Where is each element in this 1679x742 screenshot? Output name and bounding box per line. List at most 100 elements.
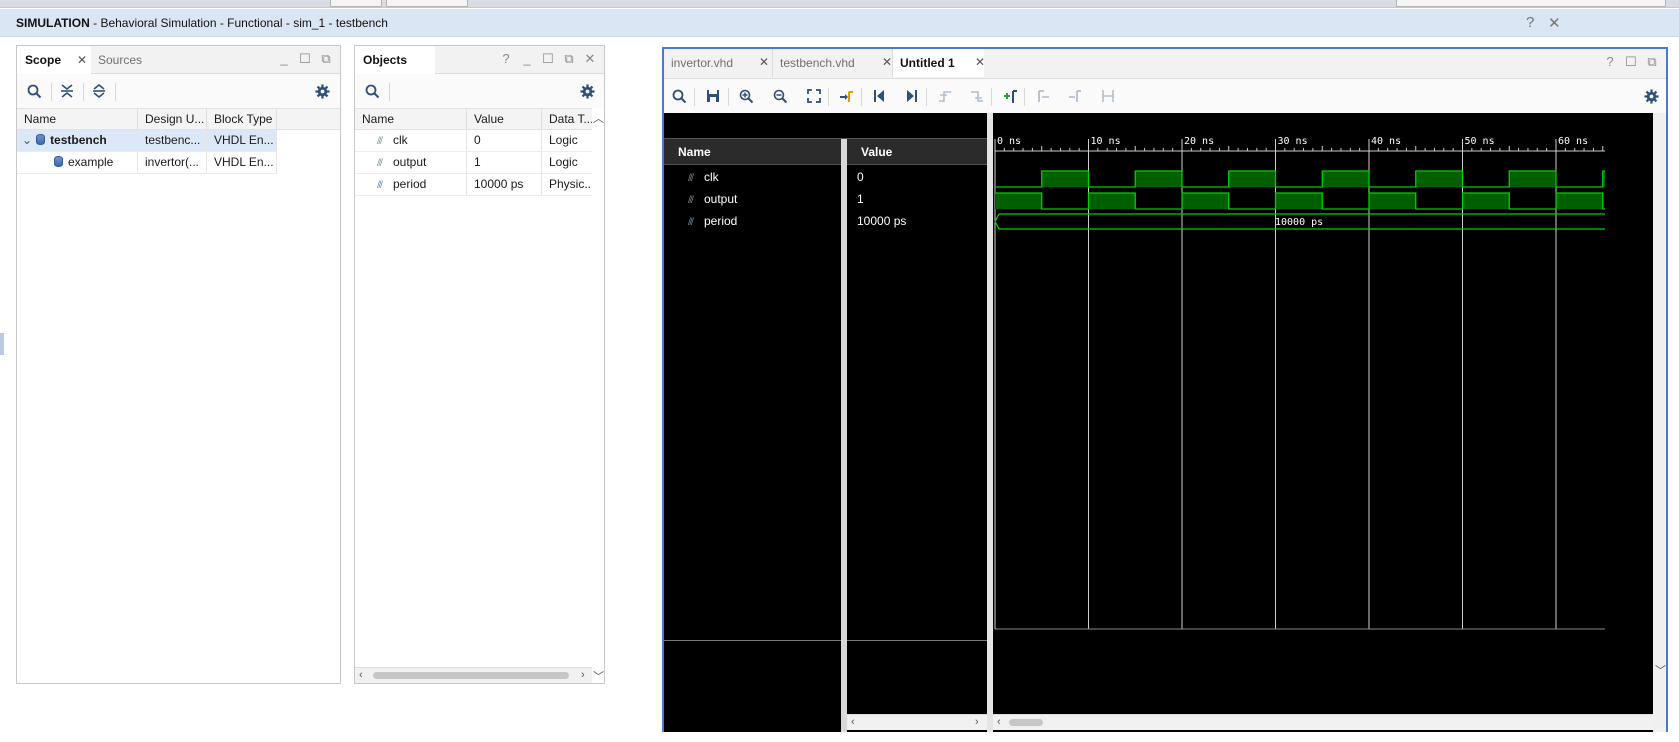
- wave-signal-clk[interactable]: ⫻ clk: [664, 166, 841, 188]
- column-block-type[interactable]: Block Type: [207, 109, 277, 130]
- object-row-output[interactable]: ⫻ output 1 Logic: [355, 152, 592, 174]
- gear-icon[interactable]: [578, 82, 596, 100]
- save-icon[interactable]: [704, 87, 722, 105]
- column-name[interactable]: Name: [17, 109, 138, 130]
- wave-search-bar[interactable]: [664, 113, 987, 139]
- search-icon[interactable]: [670, 87, 688, 105]
- wave-signal-period[interactable]: ⫻ period: [664, 210, 841, 232]
- minimize-icon[interactable]: _: [521, 51, 533, 67]
- go-to-start-icon[interactable]: [870, 87, 888, 105]
- help-icon[interactable]: ?: [1604, 54, 1616, 70]
- maximize-icon[interactable]: ☐: [542, 51, 554, 67]
- close-icon[interactable]: ✕: [882, 55, 892, 69]
- next-marker-icon[interactable]: [1066, 87, 1084, 105]
- waveform-view[interactable]: Name Value ⫻ clk 0 ⫻ output 1 ⫻ period 1000…: [664, 113, 1666, 732]
- clk-waveform-high-fill: [1041, 171, 1089, 187]
- column-design-unit[interactable]: Design U...: [138, 109, 207, 130]
- gear-icon[interactable]: [1642, 87, 1660, 105]
- maximize-icon[interactable]: ☐: [299, 51, 311, 67]
- wave-vertical-scrollbar[interactable]: ﹀: [1653, 113, 1666, 732]
- close-icon[interactable]: ✕: [975, 55, 985, 69]
- scroll-down-icon[interactable]: ﹀: [593, 668, 604, 684]
- wave-value-header[interactable]: Value: [847, 139, 987, 165]
- close-icon[interactable]: ✕: [584, 51, 596, 67]
- scope-panel-header: Scope ✕ Sources _ ☐ ⧉: [17, 46, 340, 74]
- output-waveform-high-fill: [1182, 193, 1229, 209]
- scroll-left-icon[interactable]: ‹: [851, 716, 855, 728]
- objects-table-header: Name Value Data T...: [355, 108, 592, 130]
- scroll-left-icon[interactable]: ‹: [997, 716, 1001, 728]
- scroll-right-icon[interactable]: ›: [975, 716, 979, 728]
- swap-cursors-icon[interactable]: [1099, 87, 1117, 105]
- simulation-title-bar: SIMULATION - Behavioral Simulation - Fun…: [0, 9, 1679, 37]
- tab-sources[interactable]: Sources: [91, 46, 173, 74]
- output-waveform-high-fill: [1556, 193, 1603, 209]
- wave-value-clk: 0: [857, 170, 864, 184]
- previous-marker-icon[interactable]: [1034, 87, 1052, 105]
- column-data-type[interactable]: Data T...: [542, 109, 592, 130]
- float-icon[interactable]: ⧉: [563, 51, 575, 67]
- zoom-in-icon[interactable]: [737, 87, 755, 105]
- objects-panel-header: Objects ? _ ☐ ⧉ ✕: [355, 46, 604, 74]
- help-icon[interactable]: ?: [1526, 14, 1534, 31]
- design-unit-icon: [54, 156, 63, 167]
- scope-row-testbench[interactable]: ⌄ testbench testbenc... VHDL En...: [17, 130, 277, 152]
- gear-icon[interactable]: [313, 82, 331, 100]
- top-strip-button[interactable]: [386, 0, 468, 7]
- add-marker-icon[interactable]: [1001, 87, 1019, 105]
- scroll-right-icon[interactable]: ›: [581, 669, 585, 681]
- value-horizontal-scrollbar[interactable]: ‹ ›: [847, 714, 987, 730]
- column-value[interactable]: Value: [467, 109, 542, 130]
- tab-testbench-vhd[interactable]: testbench.vhd: [772, 49, 892, 77]
- next-transition-icon[interactable]: [968, 87, 986, 105]
- scope-toolbar: [17, 74, 340, 108]
- top-strip-search[interactable]: [1396, 0, 1666, 7]
- scrollbar-thumb[interactable]: [373, 672, 569, 679]
- top-strip: [0, 0, 1679, 8]
- zoom-fit-icon[interactable]: [805, 87, 823, 105]
- close-icon[interactable]: ✕: [1548, 14, 1561, 32]
- waveform-tabs-header: invertor.vhd ✕ testbench.vhd ✕ Untitled …: [664, 49, 1666, 79]
- wave-signal-output[interactable]: ⫻ output: [664, 188, 841, 210]
- tab-untitled-1[interactable]: Untitled 1: [892, 49, 984, 77]
- zoom-out-icon[interactable]: [771, 87, 789, 105]
- window-title: SIMULATION - Behavioral Simulation - Fun…: [16, 16, 388, 30]
- wave-horizontal-scrollbar[interactable]: ‹: [993, 714, 1653, 730]
- scope-row-example[interactable]: example invertor(... VHDL En...: [17, 152, 277, 174]
- signal-icon: ⫻: [377, 158, 383, 169]
- left-edge-marker: [0, 333, 4, 355]
- design-unit-icon: [36, 134, 46, 145]
- search-icon[interactable]: [25, 82, 43, 100]
- go-to-cursor-icon[interactable]: [837, 87, 855, 105]
- collapse-all-icon[interactable]: [58, 82, 76, 100]
- go-to-end-icon[interactable]: [903, 87, 921, 105]
- scroll-left-icon[interactable]: ‹: [359, 669, 363, 681]
- minimize-icon[interactable]: _: [278, 51, 290, 67]
- object-row-clk[interactable]: ⫻ clk 0 Logic: [355, 130, 592, 152]
- close-icon[interactable]: ✕: [759, 55, 769, 69]
- tab-invertor-vhd[interactable]: invertor.vhd: [664, 49, 772, 77]
- objects-horizontal-scrollbar[interactable]: ‹ ›: [355, 667, 592, 683]
- float-icon[interactable]: ⧉: [320, 51, 332, 67]
- wave-name-header[interactable]: Name: [664, 139, 841, 165]
- wave-value-period: 10000 ps: [857, 214, 907, 228]
- object-row-period[interactable]: ⫻ period 10000 ps Physic...: [355, 174, 592, 196]
- previous-transition-icon[interactable]: [936, 87, 954, 105]
- float-icon[interactable]: ⧉: [1646, 54, 1658, 70]
- expand-chevron-icon[interactable]: ⌄: [22, 133, 32, 147]
- scope-panel: Scope ✕ Sources _ ☐ ⧉ Name Design U... B: [16, 45, 341, 684]
- search-icon[interactable]: [363, 82, 381, 100]
- waveform-canvas[interactable]: 0 ns 10 ns 20 ns 30 ns 40 ns 50 ns 60 ns 10000 …: [993, 113, 1653, 713]
- column-name[interactable]: Name: [355, 109, 467, 130]
- objects-panel-window-controls: ? _ ☐ ⧉ ✕: [500, 51, 596, 67]
- help-icon[interactable]: ?: [500, 51, 512, 67]
- scrollbar-thumb[interactable]: [1009, 719, 1043, 726]
- close-icon[interactable]: ✕: [77, 53, 87, 67]
- time-tick-label: 0 ns: [997, 136, 1021, 147]
- maximize-icon[interactable]: ☐: [1625, 54, 1637, 70]
- objects-toolbar: [355, 74, 604, 108]
- top-strip-button[interactable]: [330, 0, 382, 7]
- scroll-up-icon[interactable]: ︿: [593, 110, 604, 126]
- scroll-down-icon[interactable]: ﹀: [1655, 662, 1666, 678]
- expand-all-icon[interactable]: [90, 82, 108, 100]
